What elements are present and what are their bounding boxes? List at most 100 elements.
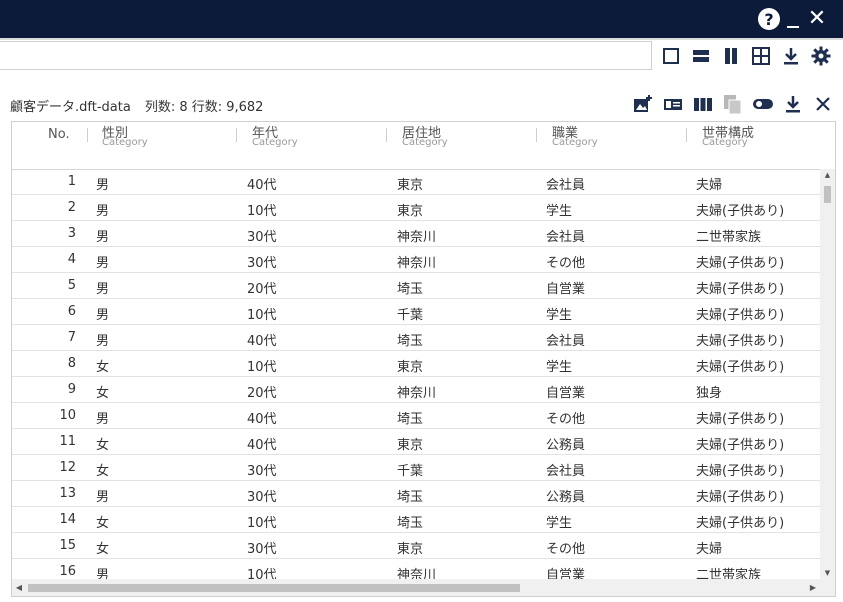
table-row[interactable]: 10 男 40代 埼玉 その他 夫婦(子供あり) bbox=[12, 403, 820, 429]
gender-cell: 男 bbox=[96, 412, 110, 427]
row-number: 8 bbox=[67, 356, 76, 371]
age-cell: 30代 bbox=[247, 490, 277, 505]
columns-layout-icon[interactable] bbox=[720, 45, 742, 67]
table-row[interactable]: 9 女 20代 神奈川 自営業 独身 bbox=[12, 377, 820, 403]
rows-layout-icon[interactable] bbox=[690, 45, 712, 67]
card-view-icon[interactable] bbox=[662, 93, 684, 115]
occupation-cell: 会社員 bbox=[546, 334, 586, 349]
age-cell: 40代 bbox=[247, 438, 277, 453]
scroll-left-icon[interactable]: ◀ bbox=[12, 579, 26, 596]
settings-gear-icon[interactable] bbox=[810, 45, 832, 67]
gender-cell: 女 bbox=[96, 516, 110, 531]
age-cell: 10代 bbox=[247, 516, 277, 531]
residence-cell: 埼玉 bbox=[397, 282, 424, 297]
age-cell: 10代 bbox=[247, 360, 277, 375]
gender-cell: 女 bbox=[96, 542, 110, 557]
column-divider[interactable] bbox=[87, 128, 88, 142]
app-titlebar: ? ✕ bbox=[0, 0, 843, 40]
household-cell: 夫婦(子供あり) bbox=[696, 464, 785, 479]
occupation-cell: 学生 bbox=[546, 204, 573, 219]
residence-cell: 東京 bbox=[397, 542, 424, 557]
window-close-icon[interactable]: ✕ bbox=[806, 8, 828, 30]
age-cell: 10代 bbox=[247, 308, 277, 323]
single-layout-icon[interactable] bbox=[660, 45, 682, 67]
table-row[interactable]: 7 男 40代 埼玉 会社員 夫婦(子供あり) bbox=[12, 325, 820, 351]
panel-download-icon[interactable] bbox=[782, 93, 804, 115]
grid-rows: 1 男 40代 東京 会社員 夫婦 2 男 10代 東京 学生 夫婦(子供あり) 3 男 30代 神奈川 会社員… bbox=[12, 169, 820, 585]
table-row[interactable]: 1 男 40代 東京 会社員 夫婦 bbox=[12, 169, 820, 195]
age-cell: 20代 bbox=[247, 386, 277, 401]
table-row[interactable]: 14 女 10代 埼玉 学生 夫婦(子供あり) bbox=[12, 507, 820, 533]
gender-cell: 男 bbox=[96, 178, 110, 193]
age-cell: 30代 bbox=[247, 256, 277, 271]
help-icon[interactable]: ? bbox=[758, 8, 780, 30]
row-number: 5 bbox=[67, 278, 76, 293]
scroll-right-icon[interactable]: ▶ bbox=[806, 579, 820, 596]
column-divider[interactable] bbox=[536, 128, 537, 142]
table-row[interactable]: 13 男 30代 埼玉 公務員 夫婦(子供あり) bbox=[12, 481, 820, 507]
age-cell: 30代 bbox=[247, 542, 277, 557]
row-number: 9 bbox=[67, 382, 76, 397]
scroll-up-icon[interactable]: ▲ bbox=[820, 169, 835, 181]
table-row[interactable]: 8 女 10代 東京 学生 夫婦(子供あり) bbox=[12, 351, 820, 377]
occupation-cell: その他 bbox=[546, 542, 586, 557]
gender-cell: 男 bbox=[96, 490, 110, 505]
grid-layout-icon[interactable] bbox=[750, 45, 772, 67]
residence-cell: 埼玉 bbox=[397, 490, 424, 505]
column-divider[interactable] bbox=[236, 128, 237, 142]
horizontal-scrollbar[interactable]: ◀ ▶ bbox=[12, 579, 820, 596]
household-cell: 夫婦(子供あり) bbox=[696, 282, 785, 297]
residence-cell: 東京 bbox=[397, 360, 424, 375]
grid-header: No. 性別 Category 年代 Category 居住地 Category 職業 Cat… bbox=[12, 122, 835, 170]
household-cell: 夫婦(子供あり) bbox=[696, 412, 785, 427]
copy-icon[interactable] bbox=[722, 93, 744, 115]
column-divider[interactable] bbox=[686, 128, 687, 142]
table-row[interactable]: 5 男 20代 埼玉 自営業 夫婦(子供あり) bbox=[12, 273, 820, 299]
row-number: 12 bbox=[59, 460, 76, 475]
table-row[interactable]: 12 女 30代 千葉 会社員 夫婦(子供あり) bbox=[12, 455, 820, 481]
age-cell: 10代 bbox=[247, 204, 277, 219]
table-row[interactable]: 2 男 10代 東京 学生 夫婦(子供あり) bbox=[12, 195, 820, 221]
table-row[interactable]: 11 女 40代 東京 公務員 夫婦(子供あり) bbox=[12, 429, 820, 455]
horizontal-scroll-thumb[interactable] bbox=[28, 584, 520, 592]
occupation-cell: 自営業 bbox=[546, 282, 586, 297]
occupation-cell: 公務員 bbox=[546, 438, 586, 453]
household-cell: 夫婦 bbox=[696, 178, 723, 193]
vertical-scrollbar[interactable]: ▲ ▼ bbox=[820, 169, 835, 579]
household-cell: 夫婦(子供あり) bbox=[696, 516, 785, 531]
table-row[interactable]: 4 男 30代 神奈川 その他 夫婦(子供あり) bbox=[12, 247, 820, 273]
scroll-down-icon[interactable]: ▼ bbox=[820, 567, 835, 579]
row-number: 1 bbox=[67, 174, 76, 189]
table-row[interactable]: 3 男 30代 神奈川 会社員 二世帯家族 bbox=[12, 221, 820, 247]
occupation-cell: 会社員 bbox=[546, 464, 586, 479]
add-image-icon[interactable] bbox=[632, 93, 654, 115]
search-input[interactable] bbox=[0, 41, 652, 70]
column-view-icon[interactable] bbox=[692, 93, 714, 115]
row-number: 10 bbox=[59, 408, 76, 423]
scroll-corner bbox=[820, 579, 835, 596]
gender-cell: 男 bbox=[96, 204, 110, 219]
table-row[interactable]: 15 女 30代 東京 その他 夫婦 bbox=[12, 533, 820, 559]
gender-cell: 女 bbox=[96, 386, 110, 401]
residence-cell: 東京 bbox=[397, 204, 424, 219]
download-icon[interactable] bbox=[780, 45, 802, 67]
row-number: 15 bbox=[59, 538, 76, 553]
minimize-icon[interactable] bbox=[784, 10, 802, 30]
vertical-scroll-thumb[interactable] bbox=[824, 186, 831, 203]
table-row[interactable]: 6 男 10代 千葉 学生 夫婦(子供あり) bbox=[12, 299, 820, 325]
row-number: 11 bbox=[59, 434, 76, 449]
occupation-cell: その他 bbox=[546, 412, 586, 427]
residence-cell: 東京 bbox=[397, 438, 424, 453]
toggle-icon[interactable] bbox=[752, 93, 774, 115]
row-number: 3 bbox=[67, 226, 76, 241]
panel-close-icon[interactable] bbox=[812, 93, 834, 115]
household-cell: 独身 bbox=[696, 386, 723, 401]
age-cell: 40代 bbox=[247, 178, 277, 193]
column-divider[interactable] bbox=[386, 128, 387, 142]
gender-cell: 男 bbox=[96, 308, 110, 323]
row-number: 14 bbox=[59, 512, 76, 527]
residence-cell: 埼玉 bbox=[397, 334, 424, 349]
header-column-type: Category bbox=[552, 137, 598, 148]
header-column-type: Category bbox=[402, 137, 448, 148]
household-cell: 夫婦(子供あり) bbox=[696, 256, 785, 271]
